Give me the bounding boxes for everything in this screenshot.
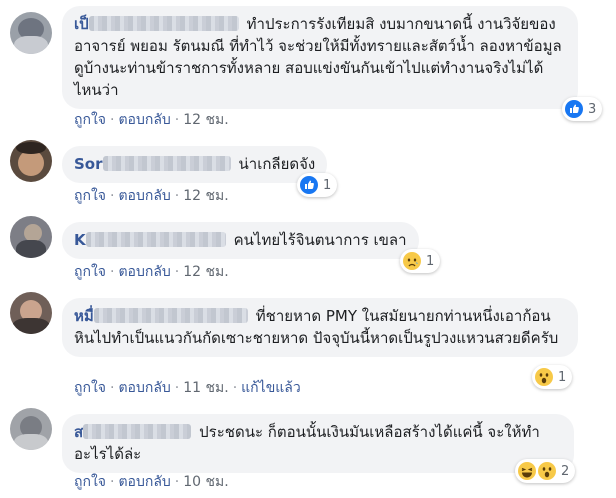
like-link[interactable]: ถูกใจ [74,474,106,490]
like-icon [300,176,318,194]
timestamp[interactable]: 12 ชม. [183,112,228,128]
haha-icon [518,462,536,480]
reaction-summary[interactable]: 1 [532,365,573,389]
like-icon [565,100,583,118]
comment-author[interactable]: ส [74,423,199,441]
like-link[interactable]: ถูกใจ [74,380,106,396]
reaction-summary[interactable]: 1 [400,249,441,273]
reaction-count: 1 [323,177,332,193]
comment-bubble: หมื่ ที่ชายหาด PMY ในสมัยนายกท่านหนึ่งเอา… [62,298,578,357]
comment-author[interactable]: K [74,231,234,249]
comment-author[interactable]: เป็ [74,15,247,33]
reaction-summary[interactable]: 3 [562,97,603,121]
reaction-summary[interactable]: 1 [297,173,338,197]
reply-link[interactable]: ตอบกลับ [118,188,170,204]
avatar[interactable] [10,12,52,54]
wow-icon [535,368,553,386]
comment-text: คนไทยไร้จินตนาการ เขลา [233,231,407,249]
comment-bubble: Sor น่าเกลียดจัง [62,146,328,183]
avatar[interactable] [10,408,52,450]
reaction-count: 3 [588,101,597,117]
reply-link[interactable]: ตอบกลับ [118,112,170,128]
comment-actions: ถูกใจ · ตอบกลับ · 10 ชม. [74,474,229,490]
comment-actions: ถูกใจ · ตอบกลับ · 11 ชม. · แก้ไขแล้ว [74,380,301,396]
reply-link[interactable]: ตอบกลับ [118,380,170,396]
timestamp[interactable]: 12 ชม. [183,188,228,204]
comment-actions: ถูกใจ · ตอบกลับ · 12 ชม. [74,112,229,128]
avatar[interactable] [10,140,52,182]
comment-bubble: K คนไทยไร้จินตนาการ เขลา [62,222,419,259]
comment-bubble: เป็ ทำประการรังเทียมสิ งบมากขนาดนี้ งานวิ… [62,6,578,109]
comment-text: น่าเกลียดจัง [238,155,316,173]
timestamp[interactable]: 10 ชม. [183,474,228,490]
reaction-count: 1 [558,369,567,385]
comment-bubble: สประชดนะ ก็ตอนนั้นเงินมันเหลือสร้างได้แค… [62,414,574,473]
wow-icon [538,462,556,480]
edited-link[interactable]: แก้ไขแล้ว [241,380,301,396]
comment-actions: ถูกใจ · ตอบกลับ · 12 ชม. [74,188,229,204]
avatar[interactable] [10,216,52,258]
avatar[interactable] [10,292,52,334]
reaction-count: 2 [561,463,570,479]
like-link[interactable]: ถูกใจ [74,188,106,204]
reply-link[interactable]: ตอบกลับ [118,474,170,490]
timestamp[interactable]: 11 ชม. [183,380,228,396]
like-link[interactable]: ถูกใจ [74,264,106,280]
reaction-summary[interactable]: 2 [515,459,576,483]
sad-icon [403,252,421,270]
comment-author[interactable]: หมื่ [74,307,256,325]
reply-link[interactable]: ตอบกลับ [118,264,170,280]
reaction-count: 1 [426,253,435,269]
comment-author[interactable]: Sor [74,155,239,173]
like-link[interactable]: ถูกใจ [74,112,106,128]
comment-actions: ถูกใจ · ตอบกลับ · 12 ชม. [74,264,229,280]
timestamp[interactable]: 12 ชม. [183,264,228,280]
